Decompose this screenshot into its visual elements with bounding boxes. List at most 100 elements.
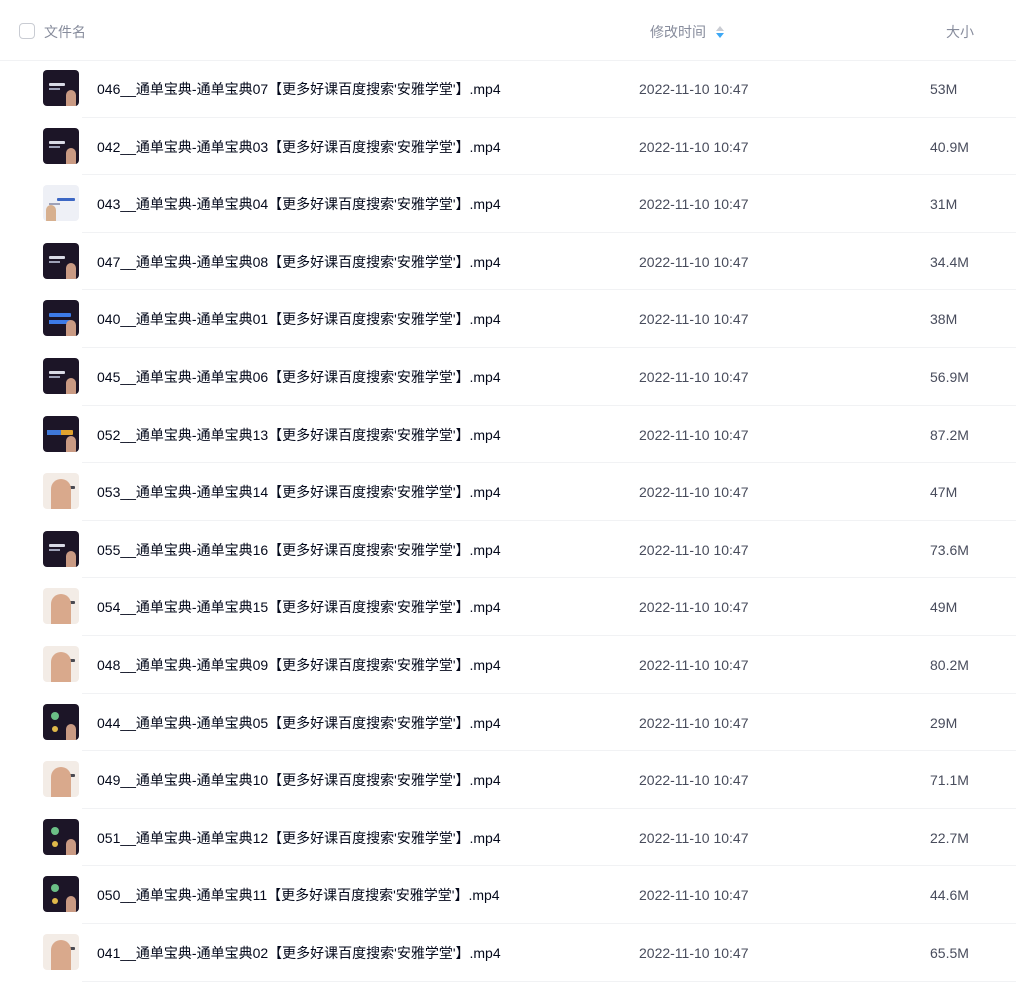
file-row[interactable]: 050__通单宝典-通单宝典11【更多好课百度搜索'安雅学堂'】.mp4 2022… — [0, 866, 1016, 924]
select-all-checkbox[interactable] — [19, 23, 35, 39]
file-name[interactable]: 055__通单宝典-通单宝典16【更多好课百度搜索'安雅学堂'】.mp4 — [97, 541, 501, 559]
file-modified-time: 2022-11-10 10:47 — [639, 599, 749, 616]
file-modified-time: 2022-11-10 10:47 — [639, 368, 749, 385]
file-name[interactable]: 053__通单宝典-通单宝典14【更多好课百度搜索'安雅学堂'】.mp4 — [97, 483, 501, 501]
file-modified-time: 2022-11-10 10:47 — [639, 196, 749, 213]
file-size: 29M — [930, 714, 958, 731]
thumbnail-graphic — [66, 377, 76, 394]
file-name[interactable]: 044__通单宝典-通单宝典05【更多好课百度搜索'安雅学堂'】.mp4 — [97, 714, 501, 732]
file-row[interactable]: 048__通单宝典-通单宝典09【更多好课百度搜索'安雅学堂'】.mp4 2022… — [0, 636, 1016, 694]
thumbnail-graphic — [46, 205, 56, 222]
file-size: 71.1M — [930, 772, 969, 789]
file-modified-time: 2022-11-10 10:47 — [639, 714, 749, 731]
file-row[interactable]: 049__通单宝典-通单宝典10【更多好课百度搜索'安雅学堂'】.mp4 2022… — [0, 751, 1016, 809]
file-name[interactable]: 043__通单宝典-通单宝典04【更多好课百度搜索'安雅学堂'】.mp4 — [97, 195, 501, 213]
thumbnail-graphic — [52, 725, 58, 732]
video-thumbnail-icon[interactable] — [43, 185, 79, 222]
file-name[interactable]: 045__通单宝典-通单宝典06【更多好课百度搜索'安雅学堂'】.mp4 — [97, 368, 501, 386]
file-size: 56.9M — [930, 368, 969, 385]
video-thumbnail-icon[interactable] — [43, 127, 79, 164]
thumbnail-graphic — [66, 320, 76, 337]
thumbnail-graphic — [49, 548, 60, 551]
file-name[interactable]: 047__通单宝典-通单宝典08【更多好课百度搜索'安雅学堂'】.mp4 — [97, 253, 501, 271]
file-modified-time: 2022-11-10 10:47 — [639, 426, 749, 443]
video-thumbnail-icon[interactable] — [43, 357, 79, 394]
file-name[interactable]: 049__通单宝典-通单宝典10【更多好课百度搜索'安雅学堂'】.mp4 — [97, 771, 501, 789]
thumbnail-graphic — [47, 429, 61, 435]
thumbnail-graphic — [49, 140, 65, 144]
video-thumbnail-icon[interactable] — [43, 645, 79, 682]
file-row[interactable]: 052__通单宝典-通单宝典13【更多好课百度搜索'安雅学堂'】.mp4 2022… — [0, 406, 1016, 464]
file-row[interactable]: 042__通单宝典-通单宝典03【更多好课百度搜索'安雅学堂'】.mp4 2022… — [0, 118, 1016, 176]
video-thumbnail-icon[interactable] — [43, 818, 79, 855]
file-size: 87.2M — [930, 426, 969, 443]
column-header-size[interactable]: 大小 — [946, 23, 974, 41]
column-header-name[interactable]: 文件名 — [44, 23, 86, 41]
file-name[interactable]: 041__通单宝典-通单宝典02【更多好课百度搜索'安雅学堂'】.mp4 — [97, 944, 501, 962]
thumbnail-graphic — [51, 826, 59, 835]
file-modified-time: 2022-11-10 10:47 — [639, 311, 749, 328]
file-row[interactable]: 045__通单宝典-通单宝典06【更多好课百度搜索'安雅学堂'】.mp4 2022… — [0, 348, 1016, 406]
file-name[interactable]: 054__通单宝典-通单宝典15【更多好课百度搜索'安雅学堂'】.mp4 — [97, 598, 501, 616]
file-row[interactable]: 053__通单宝典-通单宝典14【更多好课百度搜索'安雅学堂'】.mp4 2022… — [0, 463, 1016, 521]
thumbnail-graphic — [57, 198, 75, 202]
thumbnail-graphic — [52, 840, 58, 847]
file-size: 65.5M — [930, 944, 969, 961]
file-modified-time: 2022-11-10 10:47 — [639, 887, 749, 904]
thumbnail-graphic — [51, 651, 71, 682]
file-row[interactable]: 044__通单宝典-通单宝典05【更多好课百度搜索'安雅学堂'】.mp4 2022… — [0, 694, 1016, 752]
thumbnail-graphic — [51, 711, 59, 720]
file-size: 53M — [930, 81, 958, 97]
video-thumbnail-icon[interactable] — [43, 70, 79, 106]
file-name[interactable]: 048__通单宝典-通单宝典09【更多好课百度搜索'安雅学堂'】.mp4 — [97, 656, 501, 674]
file-name[interactable]: 050__通单宝典-通单宝典11【更多好课百度搜索'安雅学堂'】.mp4 — [97, 886, 500, 904]
file-size: 22.7M — [930, 829, 969, 846]
thumbnail-graphic — [49, 83, 65, 86]
file-row[interactable]: 040__通单宝典-通单宝典01【更多好课百度搜索'安雅学堂'】.mp4 2022… — [0, 290, 1016, 348]
video-thumbnail-icon[interactable] — [43, 761, 79, 798]
thumbnail-graphic — [51, 594, 71, 625]
file-size: 73.6M — [930, 541, 969, 558]
thumbnail-graphic — [66, 838, 76, 855]
thumbnail-graphic — [49, 375, 60, 378]
file-name[interactable]: 052__通单宝典-通单宝典13【更多好课百度搜索'安雅学堂'】.mp4 — [97, 426, 501, 444]
file-row[interactable]: 043__通单宝典-通单宝典04【更多好课百度搜索'安雅学堂'】.mp4 2022… — [0, 175, 1016, 233]
thumbnail-graphic — [66, 723, 76, 740]
file-name[interactable]: 040__通单宝典-通单宝典01【更多好课百度搜索'安雅学堂'】.mp4 — [97, 310, 501, 328]
file-row[interactable]: 051__通单宝典-通单宝典12【更多好课百度搜索'安雅学堂'】.mp4 2022… — [0, 809, 1016, 867]
file-modified-time: 2022-11-10 10:47 — [639, 253, 749, 270]
video-thumbnail-icon[interactable] — [43, 415, 79, 452]
file-name[interactable]: 046__通单宝典-通单宝典07【更多好课百度搜索'安雅学堂'】.mp4 — [97, 80, 501, 98]
thumbnail-graphic — [49, 255, 65, 259]
file-modified-time: 2022-11-10 10:47 — [639, 138, 749, 155]
video-thumbnail-icon[interactable] — [43, 933, 79, 970]
thumbnail-graphic — [49, 313, 71, 318]
sort-icon[interactable] — [715, 25, 725, 39]
thumbnail-graphic — [66, 435, 76, 452]
thumbnail-graphic — [49, 88, 60, 90]
thumbnail-graphic — [49, 370, 65, 374]
video-thumbnail-icon[interactable] — [43, 588, 79, 625]
thumbnail-graphic — [51, 884, 59, 893]
file-modified-time: 2022-11-10 10:47 — [639, 541, 749, 558]
video-thumbnail-icon[interactable] — [43, 242, 79, 279]
file-name[interactable]: 051__通单宝典-通单宝典12【更多好课百度搜索'安雅学堂'】.mp4 — [97, 829, 501, 847]
file-name[interactable]: 042__通单宝典-通单宝典03【更多好课百度搜索'安雅学堂'】.mp4 — [97, 138, 501, 156]
file-list: 046__通单宝典-通单宝典07【更多好课百度搜索'安雅学堂'】.mp4 2022… — [0, 60, 1016, 982]
file-row[interactable]: 041__通单宝典-通单宝典02【更多好课百度搜索'安雅学堂'】.mp4 2022… — [0, 924, 1016, 982]
file-size: 40.9M — [930, 138, 969, 155]
column-header-modified-time[interactable]: 修改时间 — [650, 23, 706, 41]
video-thumbnail-icon[interactable] — [43, 530, 79, 567]
video-thumbnail-icon[interactable] — [43, 300, 79, 337]
file-row[interactable]: 055__通单宝典-通单宝典16【更多好课百度搜索'安雅学堂'】.mp4 2022… — [0, 521, 1016, 579]
thumbnail-graphic — [51, 767, 71, 798]
thumbnail-graphic — [49, 260, 60, 263]
thumbnail-graphic — [66, 147, 76, 164]
video-thumbnail-icon[interactable] — [43, 473, 79, 510]
video-thumbnail-icon[interactable] — [43, 876, 79, 913]
video-thumbnail-icon[interactable] — [43, 703, 79, 740]
file-row[interactable]: 046__通单宝典-通单宝典07【更多好课百度搜索'安雅学堂'】.mp4 2022… — [0, 60, 1016, 118]
file-row[interactable]: 047__通单宝典-通单宝典08【更多好课百度搜索'安雅学堂'】.mp4 2022… — [0, 233, 1016, 291]
file-row[interactable]: 054__通单宝典-通单宝典15【更多好课百度搜索'安雅学堂'】.mp4 2022… — [0, 578, 1016, 636]
file-modified-time: 2022-11-10 10:47 — [639, 772, 749, 789]
